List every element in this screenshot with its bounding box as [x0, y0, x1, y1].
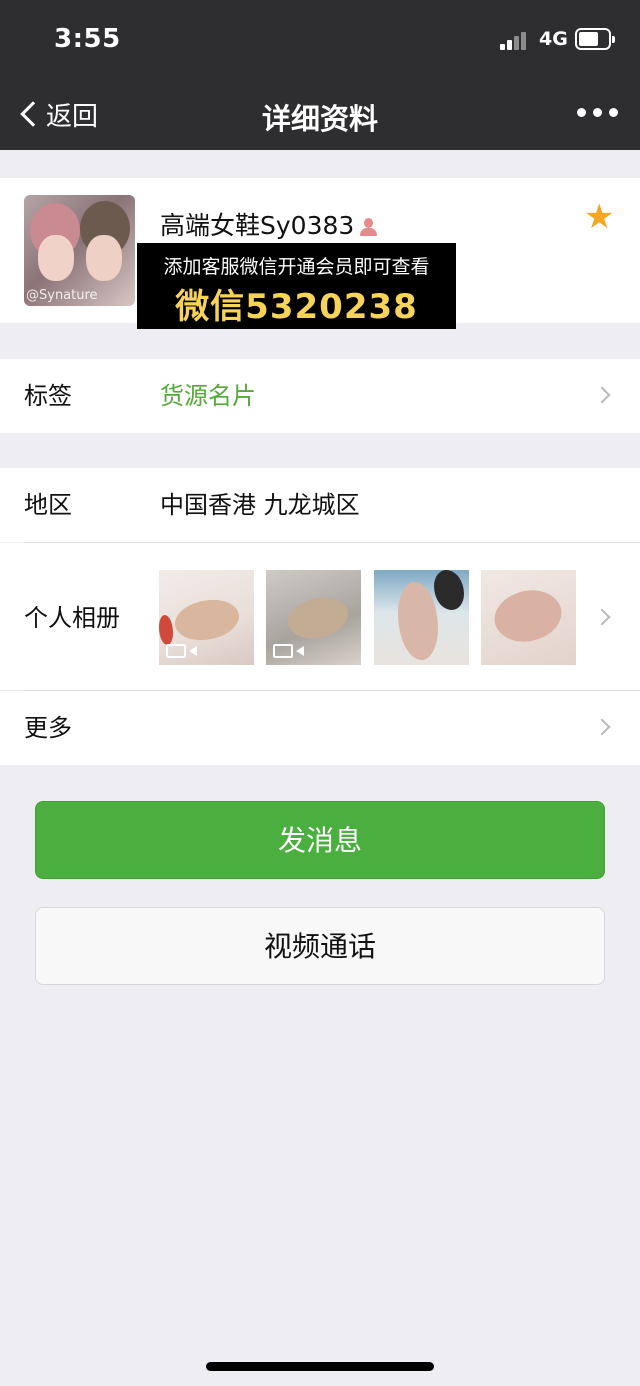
album-thumb-3[interactable] — [374, 570, 469, 665]
video-call-button[interactable]: 视频通话 — [35, 907, 605, 985]
profile-name: 高端女鞋Sy0383 — [160, 211, 355, 240]
promo-banner: 添加客服微信开通会员即可查看 微信5320238 — [137, 243, 456, 329]
region-label: 地区 — [24, 491, 72, 519]
avatar[interactable]: @Synature — [24, 195, 135, 306]
status-bar: 3:55 4G — [0, 0, 640, 78]
profile-name-line: 高端女鞋Sy0383 — [160, 206, 378, 242]
tags-label: 标签 — [24, 382, 72, 410]
album-thumb-4[interactable] — [481, 570, 576, 665]
network-type: 4G — [539, 28, 568, 50]
banner-line-1: 添加客服微信开通会员即可查看 — [163, 256, 430, 278]
avatar-watermark: @Synature — [26, 288, 98, 303]
chevron-right-icon — [593, 386, 611, 404]
send-message-button[interactable]: 发消息 — [35, 801, 605, 879]
region-value: 中国香港 九龙城区 — [160, 491, 360, 519]
album-label: 个人相册 — [24, 604, 120, 632]
nav-bar: 返回 详细资料 — [0, 78, 640, 150]
video-icon — [166, 644, 197, 658]
more-label: 更多 — [24, 714, 72, 742]
page-title: 详细资料 — [261, 102, 378, 136]
video-icon — [273, 644, 304, 658]
region-row: 地区 中国香港 九龙城区 — [0, 468, 640, 542]
banner-line-2: 微信5320238 — [175, 287, 418, 327]
more-row[interactable]: 更多 — [0, 691, 640, 765]
status-time: 3:55 — [54, 24, 121, 54]
tags-row[interactable]: 标签 货源名片 — [0, 359, 640, 433]
star-icon[interactable]: ★ — [584, 200, 618, 234]
signal-icon — [500, 30, 530, 50]
tags-value: 货源名片 — [160, 382, 256, 410]
album-thumb-2[interactable] — [266, 570, 361, 665]
chevron-right-icon — [593, 608, 611, 626]
person-icon — [358, 217, 378, 237]
home-indicator[interactable] — [206, 1362, 434, 1371]
chevron-right-icon — [593, 718, 611, 736]
album-thumb-1[interactable] — [159, 570, 254, 665]
battery-icon — [575, 28, 615, 50]
more-dots-icon[interactable] — [577, 108, 618, 117]
